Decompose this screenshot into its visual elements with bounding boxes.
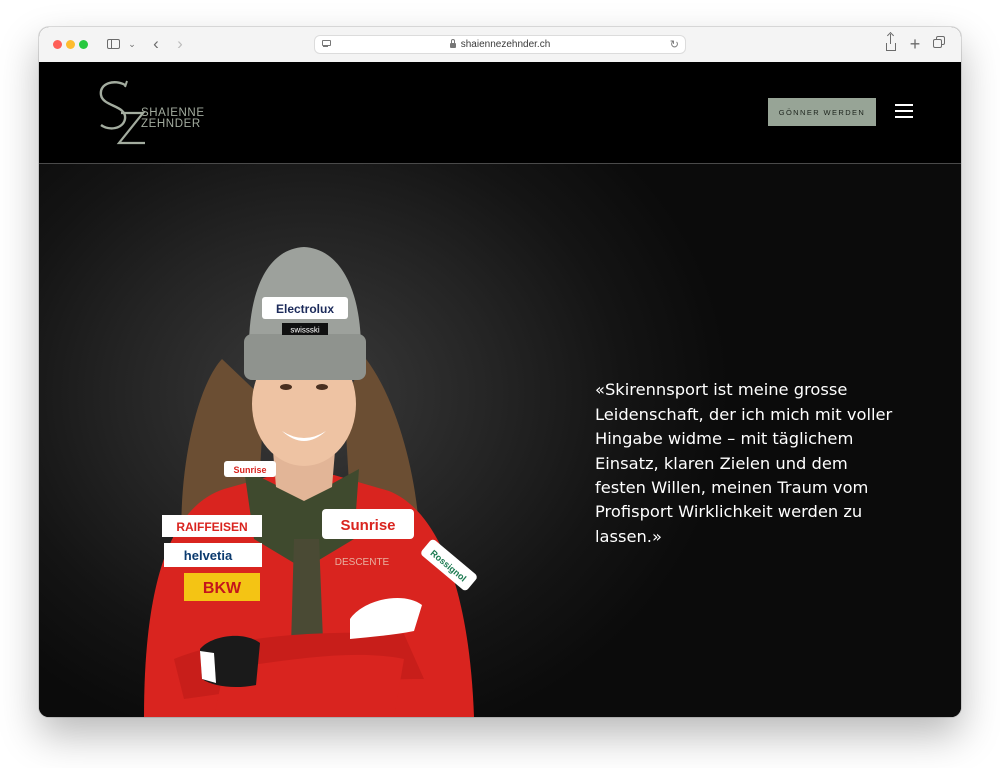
- patch-raiffeisen-text: RAIFFEISEN: [176, 520, 247, 534]
- address-bar[interactable]: shaiennezehnder.ch ↻: [314, 35, 686, 54]
- descente-logo-text: DESCENTE: [335, 557, 390, 568]
- browser-window: ⌄ ‹ › shaiennezehnder.ch ↻ + SHAIENNE ZE…: [39, 27, 961, 717]
- logo-line-2: ZEHNDER: [141, 118, 201, 130]
- site-header: SHAIENNE ZEHNDER GÖNNER WERDEN: [39, 62, 961, 164]
- athlete-photo: Electrolux swissski Sunrise RAIFFEISEN h…: [144, 247, 477, 717]
- tab-overview-icon[interactable]: [932, 34, 948, 54]
- share-icon[interactable]: [884, 34, 898, 54]
- menu-icon[interactable]: [895, 104, 915, 120]
- minimize-window-button[interactable]: [66, 40, 75, 49]
- patch-helvetia-text: helvetia: [184, 548, 233, 563]
- sidebar-icon[interactable]: [105, 34, 121, 54]
- browser-toolbar: ⌄ ‹ › shaiennezehnder.ch ↻ +: [39, 27, 961, 63]
- new-tab-icon[interactable]: +: [908, 34, 922, 54]
- reload-icon[interactable]: ↻: [670, 38, 679, 51]
- page-settings-icon[interactable]: [321, 39, 331, 49]
- forward-icon[interactable]: ›: [173, 34, 187, 54]
- beanie-brand-text: Electrolux: [276, 302, 334, 316]
- zoom-window-button[interactable]: [79, 40, 88, 49]
- lock-icon: [449, 39, 456, 48]
- hero-section: Electrolux swissski Sunrise RAIFFEISEN h…: [39, 164, 961, 717]
- beanie-sub-text: swissski: [290, 326, 320, 335]
- chevron-down-icon[interactable]: ⌄: [127, 34, 137, 54]
- logo-text: SHAIENNE ZEHNDER: [141, 107, 205, 130]
- url-text: shaiennezehnder.ch: [460, 39, 551, 50]
- collar-logo-text: Sunrise: [233, 465, 266, 475]
- patch-bkw-text: BKW: [203, 580, 242, 597]
- back-icon[interactable]: ‹: [149, 34, 163, 54]
- hero-quote: «Skirennsport ist meine grosse Leidensch…: [595, 380, 893, 546]
- chest-logo-text: Sunrise: [340, 517, 395, 534]
- site-logo[interactable]: SHAIENNE ZEHNDER: [95, 79, 215, 147]
- become-patron-button[interactable]: GÖNNER WERDEN: [768, 98, 876, 126]
- logo-monogram: [99, 80, 146, 145]
- close-window-button[interactable]: [53, 40, 62, 49]
- web-page: SHAIENNE ZEHNDER GÖNNER WERDEN Electrolu…: [39, 62, 961, 717]
